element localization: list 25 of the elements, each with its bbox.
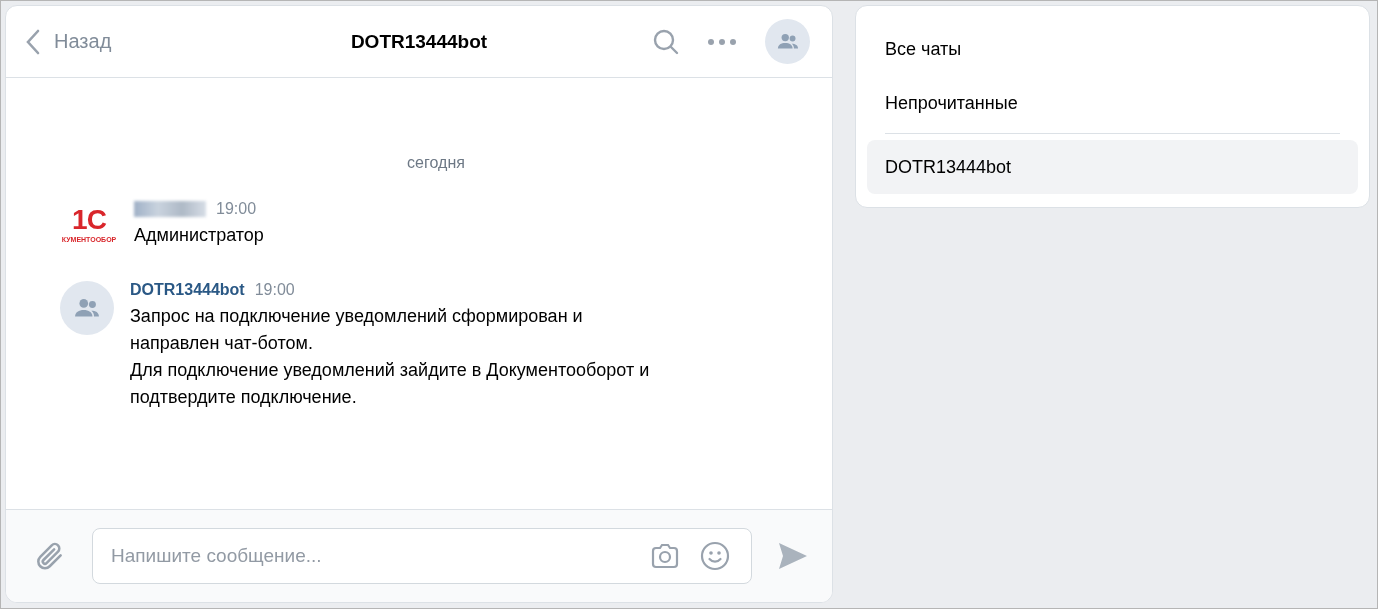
chat-title: DOTR13444bot <box>350 30 488 53</box>
message-input[interactable]: Напишите сообщение... <box>92 528 752 584</box>
message-text: Запрос на подключение уведомлений сформирован и направлен чат-ботом. Для подключение уведомлений зайдите в Документооборот и подтвердите подключение. <box>130 305 650 409</box>
message-time: 19:00 <box>216 200 257 218</box>
users-icon <box>74 298 100 318</box>
send-icon <box>778 542 808 570</box>
more-button[interactable] <box>707 37 737 46</box>
camera-icon <box>650 543 680 569</box>
send-button[interactable] <box>778 542 808 570</box>
chevron-left-icon <box>26 28 40 55</box>
date-divider: сегодня <box>406 154 466 172</box>
message-time: 19:00 <box>254 281 295 299</box>
chat-list-item[interactable]: DOTR13444bot <box>867 140 1358 194</box>
camera-button[interactable] <box>650 543 680 569</box>
more-icon <box>707 37 737 46</box>
chat-list-item[interactable]: Непрочитанные <box>867 76 1358 130</box>
users-icon <box>776 33 799 50</box>
message-text: Администратор <box>134 224 264 247</box>
message-author[interactable]: DOTR13444bot <box>130 281 245 299</box>
search-button[interactable] <box>653 28 679 55</box>
search-icon <box>653 28 679 55</box>
smiley-icon <box>700 541 730 571</box>
chat-avatar[interactable] <box>765 19 810 64</box>
emoji-button[interactable] <box>700 541 730 571</box>
chat-list-item[interactable]: Все чаты <box>867 22 1358 76</box>
